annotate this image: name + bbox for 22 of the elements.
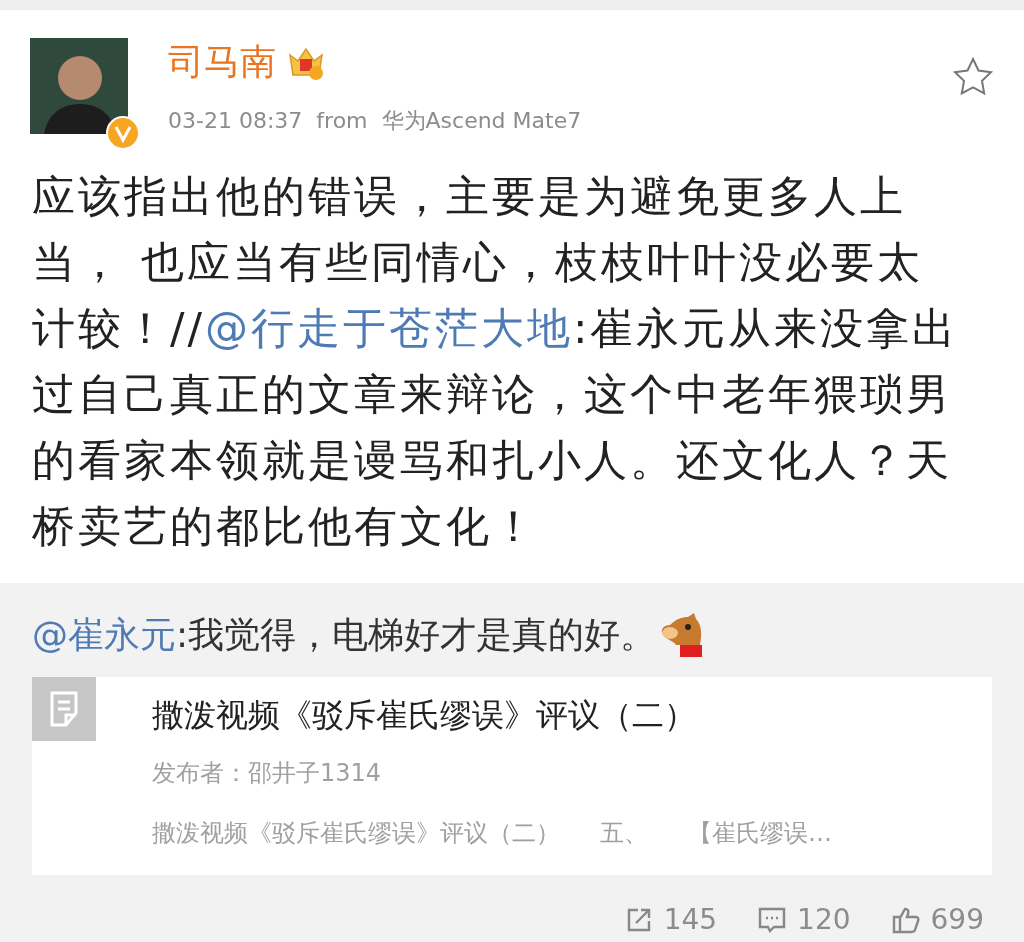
comment-button[interactable]: 120 bbox=[757, 899, 851, 941]
post-text: 应该指出他的错误，主要是为避免更多人上当， 也应当有些同情心，枝枝叶叶没必要太计较！//@行走于苍茫大地:崔永元从来没拿出过自己真正的文章来辩论，这个中老年猥琐男的看家本领就是谩骂和扎小人。还文化人？天桥卖艺的都比他有文化！ bbox=[31, 170, 960, 553]
mention-link[interactable]: @崔永元 bbox=[32, 614, 176, 655]
post-time: 03-21 08:37 bbox=[168, 107, 303, 135]
article-publisher: 发布者：邵井子1314 bbox=[152, 758, 383, 789]
author-name[interactable]: 司马南 bbox=[168, 38, 276, 86]
article-title: 撒泼视频《驳斥崔氏缪误》评议（二） bbox=[152, 695, 697, 736]
comment-icon bbox=[757, 905, 788, 935]
article-excerpt: 五、 bbox=[600, 818, 648, 849]
article-excerpt: 【崔氏缪误… bbox=[688, 818, 832, 849]
repost-button[interactable]: 145 bbox=[623, 899, 718, 941]
article-card[interactable]: 撒泼视频《驳斥崔氏缪误》评议（二） 发布者：邵井子1314 撒泼视频《驳斥崔氏缪误》评议（二） 五、 【崔氏缪误… bbox=[32, 677, 992, 875]
post-source: 华为Ascend Mate7 bbox=[381, 107, 582, 135]
mention-link[interactable]: @行走于苍茫大地 bbox=[205, 303, 573, 353]
source-label: from bbox=[316, 107, 368, 135]
avatar[interactable] bbox=[30, 38, 128, 134]
thumbs-up-icon bbox=[890, 905, 921, 935]
article-excerpt: 撒泼视频《驳斥崔氏缪误》评议（二） bbox=[152, 818, 560, 849]
retweet-text: @崔永元:我觉得，电梯好才是真的好。 bbox=[32, 613, 657, 657]
document-icon bbox=[32, 677, 96, 741]
like-button[interactable]: 699 bbox=[890, 899, 984, 941]
favorite-star-icon[interactable] bbox=[952, 56, 994, 96]
